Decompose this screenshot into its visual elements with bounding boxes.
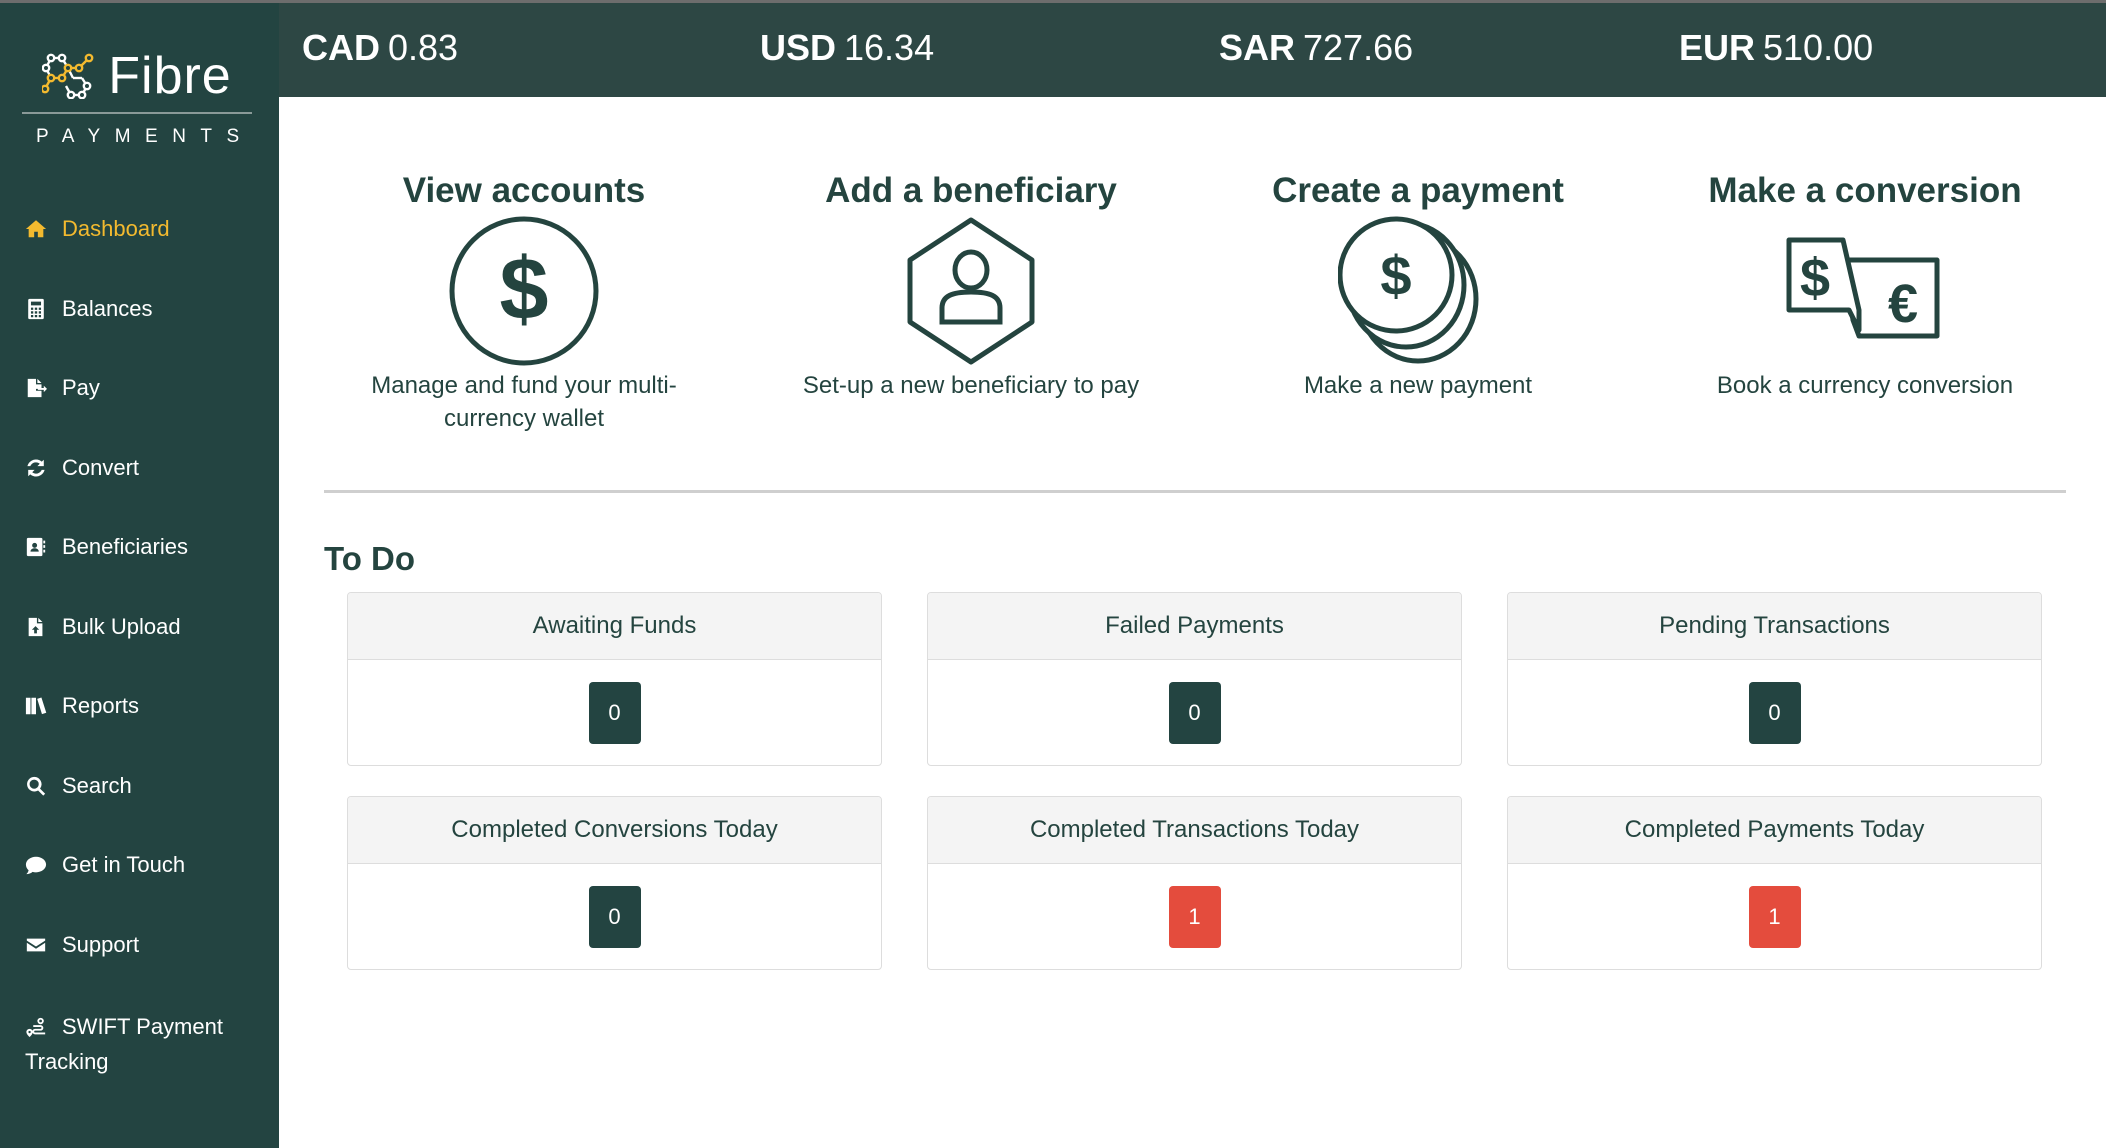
quick-actions: View accounts $ Manage and fund your mul… <box>279 97 2106 492</box>
todo-count-badge[interactable]: 0 <box>588 682 641 744</box>
todo-count-badge[interactable]: 1 <box>1168 886 1221 948</box>
balance-cad[interactable]: CAD 0.83 <box>302 27 458 69</box>
currency-code: SAR <box>1219 27 1296 68</box>
user-hexagon-icon <box>761 213 1181 369</box>
action-title: View accounts <box>402 171 646 210</box>
sidebar-item-label: Bulk Upload <box>62 613 181 639</box>
sidebar-nav: Dashboard Balances Pay Convert Beneficia… <box>0 206 279 1081</box>
currency-code: EUR <box>1679 27 1756 68</box>
sync-icon <box>25 453 49 483</box>
action-view-accounts[interactable]: View accounts $ Manage and fund your mul… <box>314 97 734 435</box>
todo-card-label: Failed Payments <box>928 593 1461 660</box>
sidebar-item-bulk-upload[interactable]: Bulk Upload <box>0 604 279 684</box>
file-export-icon <box>25 373 49 403</box>
svg-text:$: $ <box>1800 248 1830 308</box>
todo-count-badge[interactable]: 0 <box>588 886 641 948</box>
fibre-network-logo-icon <box>42 53 94 99</box>
section-divider <box>324 490 2066 493</box>
todo-card-awaiting-funds: Awaiting Funds 0 <box>347 592 882 766</box>
balance-usd[interactable]: USD 16.34 <box>760 27 934 69</box>
todo-card-completed-transactions-today: Completed Transactions Today 1 <box>927 796 1462 970</box>
sidebar-item-pay[interactable]: Pay <box>0 365 279 445</box>
sidebar-item-dashboard[interactable]: Dashboard <box>0 206 279 286</box>
comment-icon <box>25 850 49 880</box>
todo-card-label: Pending Transactions <box>1508 593 2041 660</box>
todo-card-completed-conversions-today: Completed Conversions Today 0 <box>347 796 882 970</box>
balance-sar[interactable]: SAR 727.66 <box>1219 27 1413 69</box>
sidebar-item-balances[interactable]: Balances <box>0 286 279 366</box>
todo-count-badge[interactable]: 0 <box>1748 682 1801 744</box>
file-upload-icon <box>25 612 49 642</box>
todo-card-pending-transactions: Pending Transactions 0 <box>1507 592 2042 766</box>
sidebar-item-swift-payment-tracking[interactable]: SWIFT Payment Tracking <box>0 1001 279 1081</box>
sidebar-item-label: Convert <box>62 454 140 480</box>
currency-exchange-icon: $ € <box>1655 213 2075 369</box>
sidebar-item-get-in-touch[interactable]: Get in Touch <box>0 842 279 922</box>
action-description: Make a new payment <box>1303 372 1533 399</box>
todo-card-label: Completed Payments Today <box>1508 797 2041 864</box>
books-icon <box>25 691 49 721</box>
brand-subtitle: PAYMENTS <box>36 126 254 147</box>
svg-text:$: $ <box>1380 244 1411 307</box>
todo-card-completed-payments-today: Completed Payments Today 1 <box>1507 796 2042 970</box>
todo-title: To Do <box>324 540 416 577</box>
action-description: Book a currency conversion <box>1716 372 2014 399</box>
address-book-icon <box>25 532 49 562</box>
sidebar-item-label: Dashboard <box>62 216 170 241</box>
sidebar-item-label: SWIFT Payment Tracking <box>25 1014 223 1074</box>
action-description: Set-up a new beneficiary to pay <box>802 372 1140 399</box>
currency-amount: 16.34 <box>844 27 935 68</box>
balance-bar: CAD 0.83 USD 16.34 SAR 727.66 EUR 510.00 <box>279 3 2106 97</box>
svg-text:€: € <box>1888 274 1918 334</box>
svg-text:$: $ <box>500 239 549 338</box>
action-title: Create a payment <box>1272 171 1564 210</box>
sidebar-item-label: Pay <box>62 375 100 400</box>
currency-code: USD <box>760 27 837 68</box>
currency-code: CAD <box>302 27 380 68</box>
coins-icon: $ <box>1208 213 1628 369</box>
brand-name: Fibre <box>108 47 232 105</box>
window-top-border <box>0 0 2106 3</box>
sidebar-item-label: Get in Touch <box>62 852 186 877</box>
todo-count-badge[interactable]: 0 <box>1168 682 1221 744</box>
todo-card-failed-payments: Failed Payments 0 <box>927 592 1462 766</box>
todo-count-badge[interactable]: 1 <box>1748 886 1801 948</box>
action-title: Add a beneficiary <box>825 171 1117 210</box>
currency-amount: 510.00 <box>1763 27 1874 68</box>
todo-card-label: Completed Transactions Today <box>928 797 1461 864</box>
action-description: Manage and fund your multi-currency wall… <box>371 372 677 432</box>
currency-amount: 0.83 <box>388 27 459 68</box>
sidebar-item-search[interactable]: Search <box>0 763 279 843</box>
balance-eur[interactable]: EUR 510.00 <box>1679 27 1873 69</box>
todo-card-label: Completed Conversions Today <box>348 797 881 864</box>
action-create-payment[interactable]: Create a payment $ Make a new payment <box>1208 97 1628 402</box>
home-icon <box>25 214 49 244</box>
sidebar-item-support[interactable]: Support <box>0 922 279 1002</box>
logo-divider <box>22 112 252 114</box>
sidebar-item-label: Support <box>62 931 140 957</box>
sidebar: Fibre PAYMENTS Dashboard Balances Pay Co… <box>0 0 279 1148</box>
action-title: Make a conversion <box>1708 171 2022 210</box>
sidebar-item-convert[interactable]: Convert <box>0 445 279 525</box>
sidebar-item-beneficiaries[interactable]: Beneficiaries <box>0 524 279 604</box>
currency-amount: 727.66 <box>1303 27 1414 68</box>
envelope-icon <box>25 930 49 960</box>
action-make-conversion[interactable]: Make a conversion $ € Book a currency con… <box>1655 97 2075 402</box>
sidebar-item-reports[interactable]: Reports <box>0 683 279 763</box>
route-icon <box>25 1012 49 1042</box>
search-icon <box>25 771 49 801</box>
dollar-circle-icon: $ <box>314 213 734 369</box>
sidebar-item-label: Beneficiaries <box>62 534 188 559</box>
todo-card-label: Awaiting Funds <box>348 593 881 660</box>
brand-logo[interactable]: Fibre PAYMENTS <box>22 48 252 148</box>
calculator-icon <box>25 294 49 324</box>
sidebar-item-label: Reports <box>62 693 140 718</box>
sidebar-item-label: Search <box>62 772 132 798</box>
action-add-beneficiary[interactable]: Add a beneficiary Set-up a new beneficia… <box>761 97 1181 402</box>
sidebar-item-label: Balances <box>62 295 153 321</box>
